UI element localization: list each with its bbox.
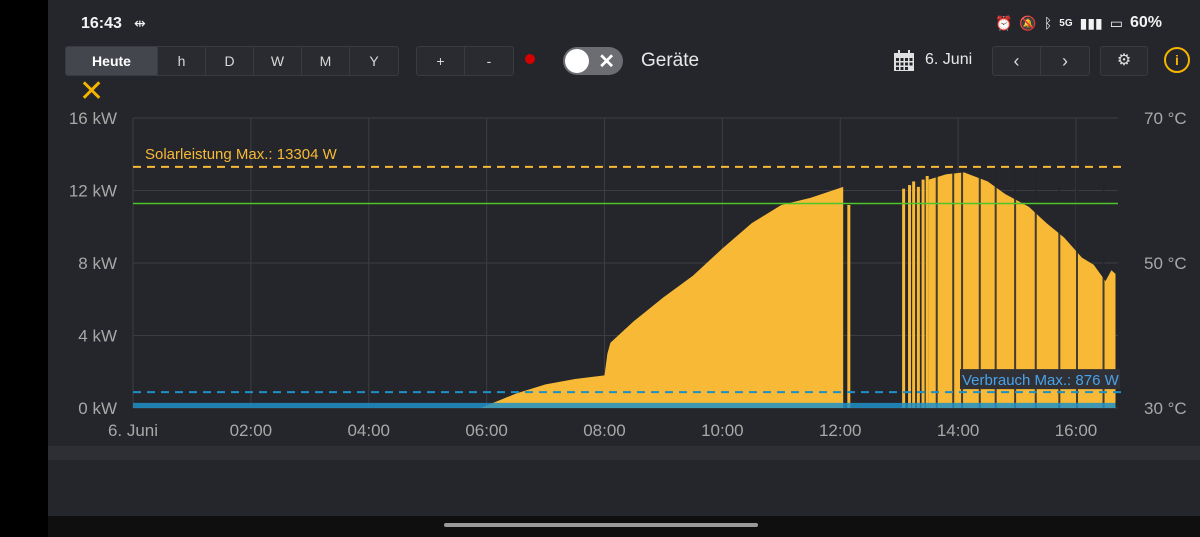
y-left-tick-label: 12 kW — [69, 182, 117, 201]
bluetooth-icon: ᛒ — [1043, 15, 1053, 31]
status-bar: 16:43 ⇹ ⏰ 🔕 ᛒ 5G ▮▮▮ ▭ 60% — [48, 0, 1200, 46]
solar-max-label: Solarleistung Max.: 13304 W — [145, 146, 338, 163]
battery-percent: 60% — [1129, 14, 1162, 31]
period-today-button[interactable]: Heute — [66, 47, 158, 75]
devices-toggle[interactable]: ✕ — [563, 47, 623, 75]
solar-spike — [902, 188, 906, 408]
zoom-in-button[interactable]: + — [417, 47, 465, 75]
y-right-tick-label: 50 °C — [1144, 254, 1187, 273]
y-right-tick-label: 70 °C — [1144, 109, 1187, 128]
consumption-area — [133, 402, 1116, 408]
system-navigation-bar — [48, 516, 1200, 537]
y-left-tick-label: 8 kW — [78, 254, 117, 273]
solar-spike — [912, 181, 916, 408]
y-left-tick-label: 16 kW — [69, 109, 117, 128]
battery-icon: ▭ — [1109, 14, 1123, 31]
gear-icon: ⚙ — [1116, 52, 1132, 69]
solar-spike — [921, 179, 925, 408]
x-tick-label: 12:00 — [819, 421, 862, 440]
settings-button[interactable]: ⚙ — [1100, 46, 1148, 76]
x-tick-label: 14:00 — [937, 421, 980, 440]
home-gesture-pill[interactable] — [444, 523, 758, 527]
mute-icon: 🔕 — [1019, 14, 1037, 31]
toolbar: Heute h D W M Y + - ✕ Geräte 6. Juni ‹ ›… — [48, 46, 1200, 78]
period-month-button[interactable]: M — [302, 47, 350, 75]
calendar-icon[interactable] — [893, 50, 915, 72]
y-left-tick-label: 0 kW — [78, 399, 117, 418]
devices-label: Geräte — [641, 50, 700, 71]
app-screen: 16:43 ⇹ ⏰ 🔕 ᛒ 5G ▮▮▮ ▭ 60% Heute h D W M… — [48, 0, 1200, 537]
summary-panel — [48, 460, 1200, 516]
next-date-button[interactable]: › — [1041, 47, 1089, 75]
energy-chart[interactable]: 0 kW 4 kW 8 kW 12 kW 16 kW 6. Juni 02:00 04:00 0… — [48, 100, 1200, 450]
solar-dip — [952, 168, 955, 408]
status-icons: ⏰ 🔕 ᛒ 5G ▮▮▮ ▭ 60% — [995, 14, 1162, 32]
period-year-button[interactable]: Y — [350, 47, 398, 75]
x-tick-label: 08:00 — [583, 421, 626, 440]
zoom-out-button[interactable]: - — [465, 47, 513, 75]
selected-date[interactable]: 6. Juni — [925, 51, 972, 69]
x-tick-label: 6. Juni — [108, 421, 158, 440]
chart-footer-band — [48, 446, 1200, 460]
x-tick-label: 10:00 — [701, 421, 744, 440]
period-week-button[interactable]: W — [254, 47, 302, 75]
x-tick-label: 02:00 — [230, 421, 273, 440]
x-tick-label: 06:00 — [465, 421, 508, 440]
prev-date-button[interactable]: ‹ — [993, 47, 1041, 75]
date-navigation: ‹ › — [992, 46, 1090, 76]
consumption-max-label: Verbrauch Max.: 876 W — [962, 372, 1120, 389]
solar-spike — [925, 176, 929, 408]
period-day-button[interactable]: D — [206, 47, 254, 75]
period-selector: Heute h D W M Y — [65, 46, 399, 76]
y-left-tick-label: 4 kW — [78, 327, 117, 346]
data-saver-icon: ⇹ — [134, 15, 146, 31]
close-icon: ✕ — [598, 51, 615, 73]
solar-dip — [935, 168, 938, 408]
recording-indicator — [525, 54, 535, 64]
info-icon[interactable]: i — [1164, 47, 1190, 73]
solar-spike — [908, 185, 912, 408]
period-hour-button[interactable]: h — [158, 47, 206, 75]
solar-spike — [847, 205, 851, 408]
alarm-icon: ⏰ — [994, 14, 1013, 31]
solar-spike — [916, 186, 920, 408]
x-tick-label: 16:00 — [1055, 421, 1098, 440]
x-tick-label: 04:00 — [347, 421, 390, 440]
toggle-knob — [565, 49, 589, 73]
network-type: 5G — [1059, 17, 1073, 29]
status-time: 16:43 — [81, 15, 122, 32]
y-right-tick-label: 30 °C — [1144, 399, 1187, 418]
solar-area-morning — [133, 186, 844, 408]
signal-icon: ▮▮▮ — [1079, 14, 1103, 31]
zoom-controls: + - — [416, 46, 514, 76]
